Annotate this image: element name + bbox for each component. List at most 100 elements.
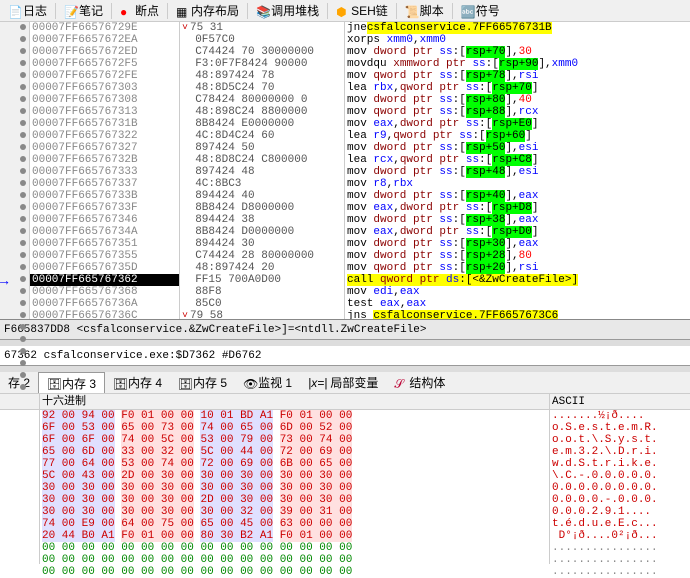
- ascii-row[interactable]: w.d.S.t.r.i.k.e.: [550, 458, 690, 470]
- bytes-cell[interactable]: 48:898C24 8800000: [180, 106, 344, 118]
- disasm-cell[interactable]: test eax,eax: [345, 298, 690, 310]
- address-cell[interactable]: 00007FF6657672EA: [30, 34, 179, 46]
- bytes-cell[interactable]: 88F8: [180, 286, 344, 298]
- address-cell[interactable]: 00007FF665767351: [30, 238, 179, 250]
- hex-row[interactable]: 00 00 00 00 00 00 00 00 00 00 00 00 00 0…: [40, 566, 549, 578]
- address-cell[interactable]: 00007FF665767333: [30, 166, 179, 178]
- disasm-cell[interactable]: call qword ptr ds:[<&ZwCreateFile>]: [345, 274, 690, 286]
- bytes-cell[interactable]: 48:897424 78: [180, 70, 344, 82]
- disasm-cell[interactable]: mov eax,dword ptr ss:[rsp+D8]: [345, 202, 690, 214]
- breakpoint-dot[interactable]: [20, 276, 26, 282]
- address-cell[interactable]: 00007FF665767362: [30, 274, 179, 286]
- ascii-row[interactable]: o.o.t.\.S.y.s.t.: [550, 434, 690, 446]
- breakpoint-dot[interactable]: [20, 240, 26, 246]
- disasm-column[interactable]: jnecsfalconservice.7FF66576731Bxorps xmm…: [345, 22, 690, 319]
- hex-row[interactable]: 30 00 30 00 30 00 30 00 2D 00 30 00 30 0…: [40, 494, 549, 506]
- memory-dump[interactable]: 十六进制 92 00 94 00 F0 01 00 00 10 01 BD A1…: [0, 394, 690, 564]
- breakpoint-dot[interactable]: [20, 60, 26, 66]
- address-cell[interactable]: 00007FF665767327: [30, 142, 179, 154]
- bytes-cell[interactable]: 897424 48: [180, 166, 344, 178]
- bytes-cell[interactable]: 894424 30: [180, 238, 344, 250]
- breakpoint-dot[interactable]: [20, 300, 26, 306]
- tab-seh[interactable]: ⬢SEH链: [328, 0, 396, 21]
- hex-row[interactable]: 00 00 00 00 00 00 00 00 00 00 00 00 00 0…: [40, 542, 549, 554]
- address-cell[interactable]: 00007FF66576729E: [30, 22, 179, 34]
- tab-callstack[interactable]: 📚调用堆栈: [248, 0, 327, 21]
- breakpoint-dot[interactable]: [20, 180, 26, 186]
- tab-symbols[interactable]: 🔤符号: [453, 0, 508, 21]
- memtab-4[interactable]: 🗄内存 4: [105, 372, 170, 393]
- ascii-row[interactable]: ................: [550, 542, 690, 554]
- disasm-cell[interactable]: mov qword ptr ss:[rsp+20],rsi: [345, 262, 690, 274]
- disasm-cell[interactable]: mov qword ptr ss:[rsp+78],rsi: [345, 70, 690, 82]
- bytes-cell[interactable]: 48:8D5C24 70: [180, 82, 344, 94]
- address-cell[interactable]: 00007FF665767322: [30, 130, 179, 142]
- disasm-cell[interactable]: mov dword ptr ss:[rsp+40],eax: [345, 190, 690, 202]
- disasm-cell[interactable]: mov edi,eax: [345, 286, 690, 298]
- bytes-cell[interactable]: 48:897424 20: [180, 262, 344, 274]
- bytes-cell[interactable]: 8B8424 D0000000: [180, 226, 344, 238]
- hex-row[interactable]: 30 00 30 00 30 00 30 00 30 00 32 00 39 0…: [40, 506, 549, 518]
- bytes-cell[interactable]: 8B8424 E0000000: [180, 118, 344, 130]
- ascii-row[interactable]: ................: [550, 554, 690, 566]
- ascii-row[interactable]: \.C.-.0.0.0.0.0.: [550, 470, 690, 482]
- disasm-cell[interactable]: lea rcx,qword ptr ss:[rsp+C8]: [345, 154, 690, 166]
- breakpoint-dot[interactable]: [20, 312, 26, 318]
- breakpoint-dot[interactable]: [20, 192, 26, 198]
- disasm-cell[interactable]: mov eax,dword ptr ss:[rsp+E0]: [345, 118, 690, 130]
- hex-row[interactable]: 20 44 B0 A1 F0 01 00 00 80 30 B2 A1 F0 0…: [40, 530, 549, 542]
- disasm-cell[interactable]: mov r8,rbx: [345, 178, 690, 190]
- bytes-cell[interactable]: 0F57C0: [180, 34, 344, 46]
- address-column[interactable]: 00007FF66576729E00007FF6657672EA 00007FF6…: [30, 22, 180, 319]
- hex-row[interactable]: 00 00 00 00 00 00 00 00 00 00 00 00 00 0…: [40, 554, 549, 566]
- bytes-cell[interactable]: 4C:8BC3: [180, 178, 344, 190]
- bytes-cell[interactable]: 4C:8D4C24 60: [180, 130, 344, 142]
- breakpoint-dot[interactable]: [20, 324, 26, 330]
- breakpoint-dot[interactable]: [20, 216, 26, 222]
- hex-row[interactable]: 77 00 64 00 53 00 74 00 72 00 69 00 6B 0…: [40, 458, 549, 470]
- breakpoint-dot[interactable]: [20, 228, 26, 234]
- memtab-locals[interactable]: |x=|局部变量: [300, 372, 386, 393]
- tab-log[interactable]: 📄日志: [0, 0, 55, 21]
- memtab-struct[interactable]: 𝒮结构体: [386, 372, 453, 393]
- address-cell[interactable]: 00007FF66576736C: [30, 310, 179, 319]
- address-cell[interactable]: 00007FF665767337: [30, 178, 179, 190]
- address-cell[interactable]: 00007FF665767308: [30, 94, 179, 106]
- address-cell[interactable]: 00007FF665767346: [30, 214, 179, 226]
- disasm-cell[interactable]: mov dword ptr ss:[rsp+38],eax: [345, 214, 690, 226]
- breakpoint-dot[interactable]: [20, 96, 26, 102]
- breakpoint-dot[interactable]: [20, 84, 26, 90]
- bytes-cell[interactable]: C74424 28 80000000: [180, 250, 344, 262]
- breakpoint-dot[interactable]: [20, 360, 26, 366]
- breakpoint-dot[interactable]: [20, 24, 26, 30]
- disasm-cell[interactable]: jnecsfalconservice.7FF66576731B: [345, 22, 690, 34]
- address-cell[interactable]: 00007FF665767313: [30, 106, 179, 118]
- breakpoint-dot[interactable]: [20, 384, 26, 390]
- bytes-cell[interactable]: 894424 40: [180, 190, 344, 202]
- ascii-row[interactable]: t.é.d.u.e.E.c...: [550, 518, 690, 530]
- disasm-cell[interactable]: mov eax,dword ptr ss:[rsp+D0]: [345, 226, 690, 238]
- disasm-cell[interactable]: mov dword ptr ss:[rsp+70],30: [345, 46, 690, 58]
- breakpoint-dot[interactable]: [20, 48, 26, 54]
- disasm-cell[interactable]: mov dword ptr ss:[rsp+28],80: [345, 250, 690, 262]
- breakpoint-dot[interactable]: [20, 372, 26, 378]
- breakpoint-dot[interactable]: [20, 72, 26, 78]
- address-cell[interactable]: 00007FF665767355: [30, 250, 179, 262]
- address-cell[interactable]: 00007FF6657672F5: [30, 58, 179, 70]
- bytes-cell[interactable]: 897424 50: [180, 142, 344, 154]
- disasm-cell[interactable]: mov dword ptr ss:[rsp+80],40: [345, 94, 690, 106]
- breakpoint-dot[interactable]: [20, 336, 26, 342]
- disasm-cell[interactable]: lea rbx,qword ptr ss:[rsp+70]: [345, 82, 690, 94]
- disasm-cell[interactable]: mov dword ptr ss:[rsp+30],eax: [345, 238, 690, 250]
- breakpoint-dot[interactable]: [20, 252, 26, 258]
- tab-notes[interactable]: 📝笔记: [56, 0, 111, 21]
- bytes-cell[interactable]: C78424 80000000 0: [180, 94, 344, 106]
- hex-row[interactable]: 65 00 6D 00 33 00 32 00 5C 00 44 00 72 0…: [40, 446, 549, 458]
- address-cell[interactable]: 00007FF66576733B: [30, 190, 179, 202]
- hex-row[interactable]: 6F 00 6F 00 74 00 5C 00 53 00 79 00 73 0…: [40, 434, 549, 446]
- hex-row[interactable]: 92 00 94 00 F0 01 00 00 10 01 BD A1 F0 0…: [40, 410, 549, 422]
- address-cell[interactable]: 00007FF66576731B: [30, 118, 179, 130]
- tab-breakpoints[interactable]: ●断点: [112, 0, 167, 21]
- bytes-cell[interactable]: 894424 38: [180, 214, 344, 226]
- ascii-row[interactable]: o.S.e.s.t.e.m.R.: [550, 422, 690, 434]
